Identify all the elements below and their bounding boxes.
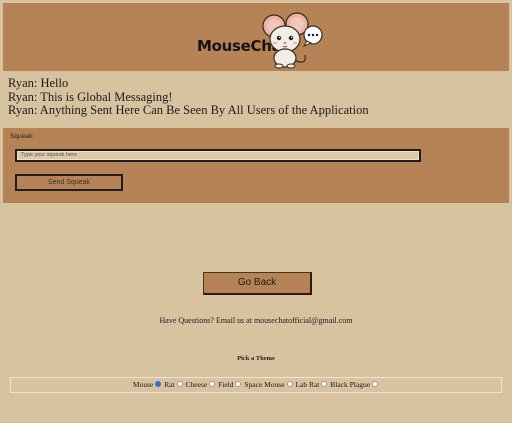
squeak-label: Squeak: bbox=[10, 133, 34, 140]
theme-option-space-mouse[interactable]: Space Mouse bbox=[244, 378, 293, 392]
theme-option-rat[interactable]: Rat bbox=[164, 378, 183, 392]
theme-option-label: Lab Rat bbox=[295, 380, 320, 389]
theme-option-label: Mouse bbox=[132, 380, 154, 389]
go-back-button[interactable]: Go Back bbox=[203, 272, 312, 295]
radio-icon[interactable] bbox=[209, 381, 216, 388]
theme-option-lab-rat[interactable]: Lab Rat bbox=[295, 378, 328, 392]
message-item: Ryan: Anything Sent Here Can Be Seen By … bbox=[8, 103, 369, 117]
header-bar: MouseChat bbox=[3, 3, 509, 71]
theme-option-black-plague[interactable]: Black Plague bbox=[330, 378, 379, 392]
radio-icon[interactable] bbox=[321, 381, 328, 388]
message-item: Ryan: This is Global Messaging! bbox=[8, 89, 173, 104]
theme-option-cheese[interactable]: Cheese bbox=[186, 378, 217, 392]
radio-icon[interactable] bbox=[286, 381, 293, 388]
message-list: Ryan: Hello Ryan: This is Global Messagi… bbox=[8, 76, 369, 118]
theme-option-label: Rat bbox=[164, 380, 175, 389]
squeak-input[interactable]: Type your squeak here bbox=[15, 149, 421, 162]
message-item: Ryan: Hello bbox=[8, 76, 69, 90]
contact-text: Have Questions? Email us at mousechatoff… bbox=[159, 316, 353, 325]
theme-option-label: Field bbox=[218, 380, 234, 389]
mouse-logo-icon bbox=[262, 12, 323, 69]
squeak-input-placeholder: Type your squeak here bbox=[21, 152, 77, 158]
send-squeak-button[interactable]: Send Squeak bbox=[15, 174, 123, 191]
radio-icon[interactable] bbox=[235, 381, 242, 388]
theme-option-label: Space Mouse bbox=[244, 380, 285, 389]
radio-icon[interactable] bbox=[155, 381, 162, 388]
theme-picker: Mouse Rat Cheese Field Space Mouse Lab R… bbox=[10, 377, 502, 393]
radio-icon[interactable] bbox=[372, 381, 379, 388]
theme-option-mouse[interactable]: Mouse bbox=[133, 378, 162, 392]
theme-title: Pick a Theme bbox=[237, 355, 275, 362]
radio-icon[interactable] bbox=[176, 381, 183, 388]
compose-panel: Squeak: Type your squeak here Send Squea… bbox=[3, 128, 509, 203]
theme-option-label: Cheese bbox=[185, 380, 208, 389]
theme-option-label: Black Plague bbox=[330, 380, 371, 389]
theme-option-field[interactable]: Field bbox=[218, 378, 242, 392]
